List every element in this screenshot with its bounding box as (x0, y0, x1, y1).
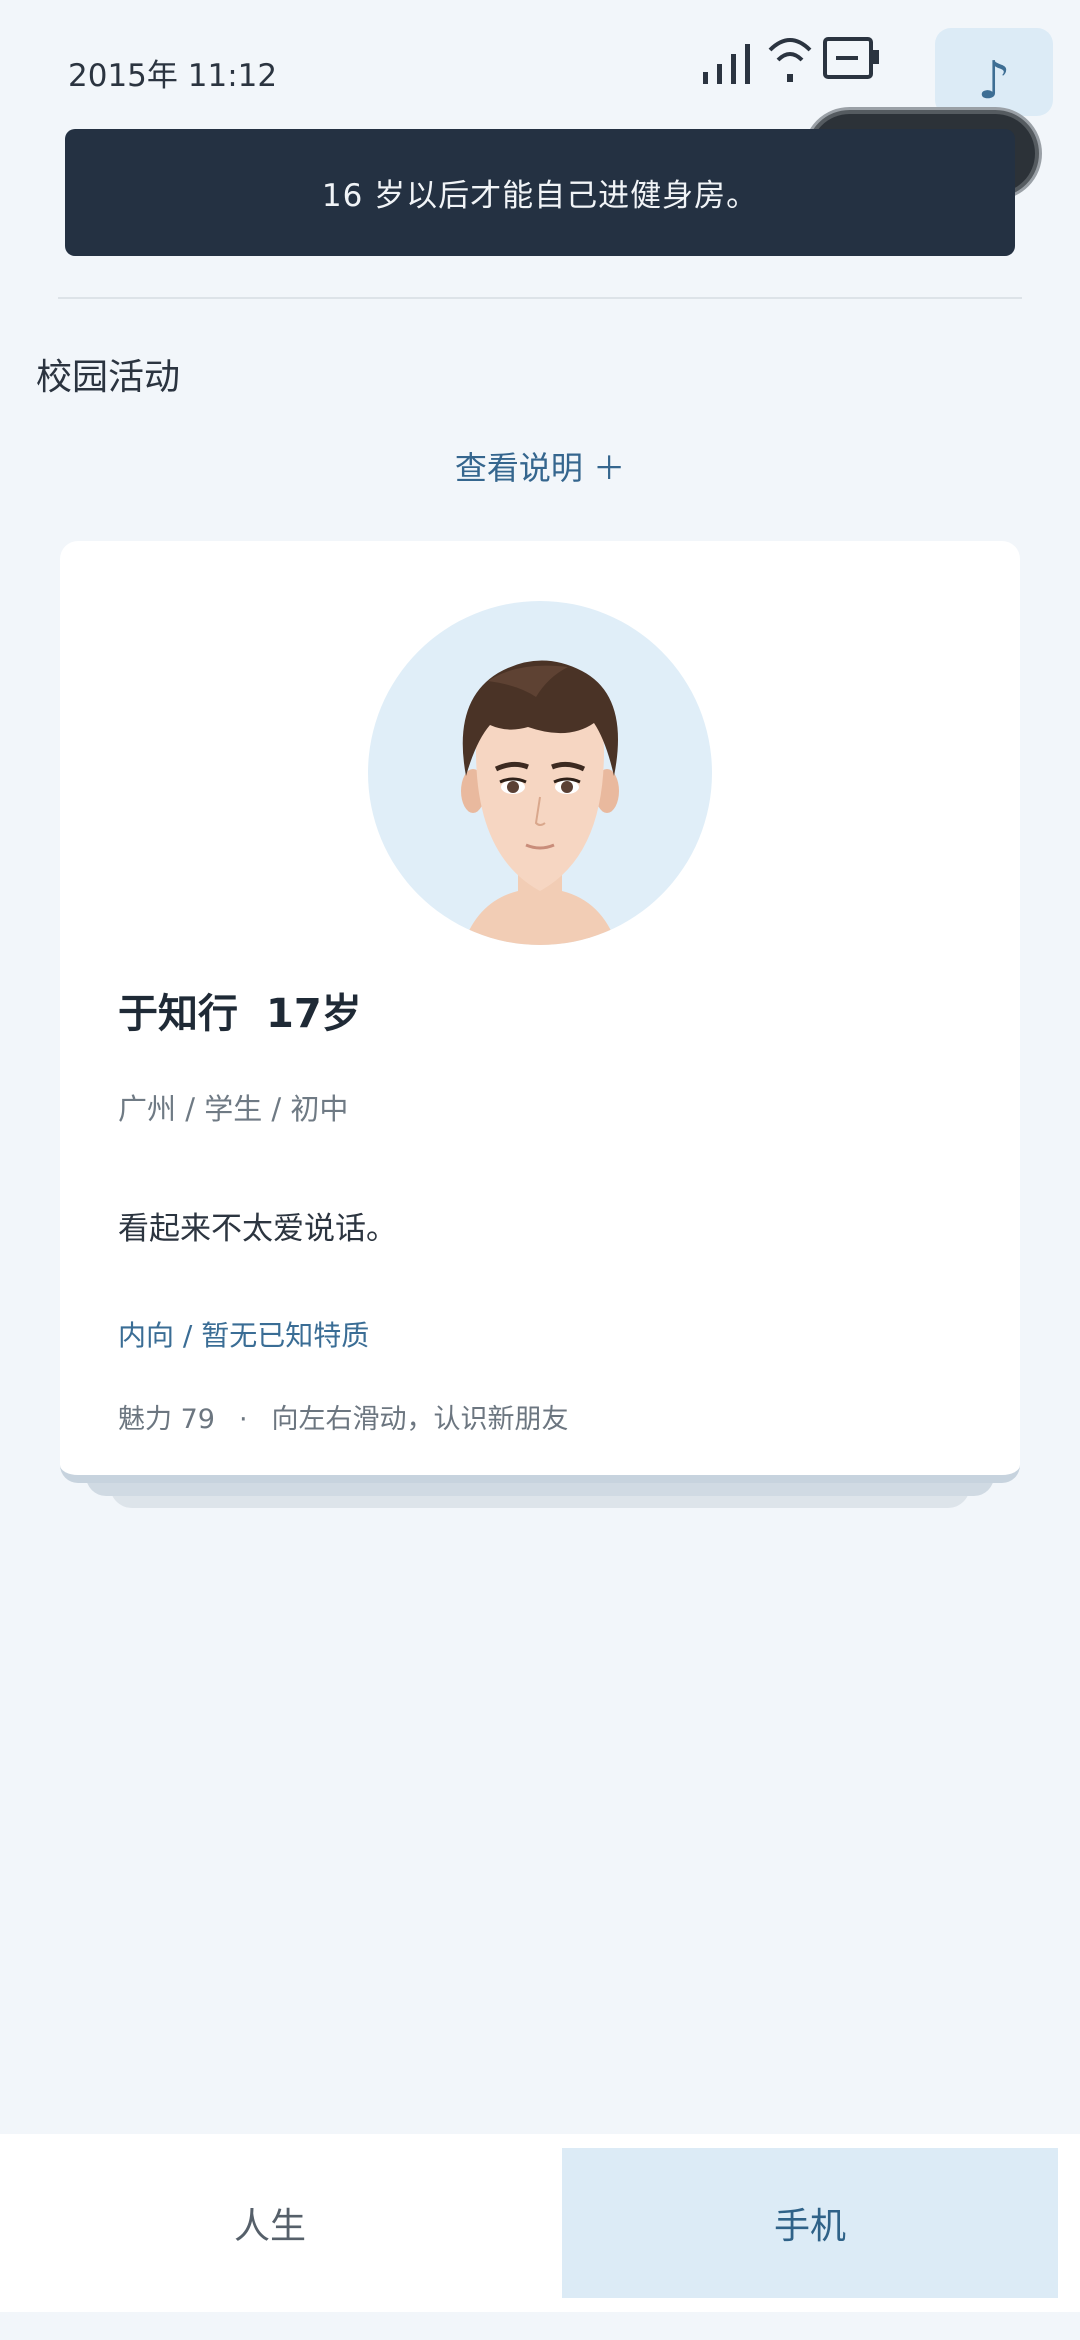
profile-age: 17岁 (266, 991, 362, 1037)
profile-card[interactable]: 于知行 17岁 广州 / 学生 / 初中 看起来不太爱说话。 内向 / 暂无已知特… (60, 541, 1020, 1483)
swipe-hint: 向左右滑动，认识新朋友 (271, 1404, 569, 1435)
bottom-tab-bar: 人生 手机 (0, 2134, 1080, 2312)
music-note-icon: ♪ (977, 51, 1011, 111)
tab-phone[interactable]: 手机 (562, 2148, 1058, 2298)
profile-name: 于知行 (118, 991, 238, 1037)
charm-value: 魅力 79 (118, 1404, 215, 1435)
status-time: 2015年 11:12 (68, 58, 278, 94)
profile-footer: 魅力 79 · 向左右滑动，认识新朋友 (118, 1397, 569, 1436)
wifi-icon (768, 38, 812, 82)
signal-icon (703, 44, 750, 84)
divider (58, 297, 1022, 299)
music-button[interactable]: ♪ (935, 28, 1053, 116)
app-screen: 2015年 11:12 ♪ 16 岁以后才能自己进健身房。 校园活动 查看说明 … (0, 0, 1080, 2340)
profile-location: 广州 / 学生 / 初中 (118, 1092, 349, 1126)
separator-dot: · (238, 1404, 248, 1435)
notice-text: 16 岁以后才能自己进健身房。 (321, 178, 759, 214)
profile-description: 看起来不太爱说话。 (118, 1211, 397, 1247)
profile-traits: 内向 / 暂无已知特质 (118, 1319, 370, 1352)
avatar (368, 601, 712, 945)
view-instructions-button[interactable]: 查看说明 ＋ (0, 443, 1080, 489)
tab-life[interactable]: 人生 (0, 2148, 540, 2298)
avatar-portrait (461, 660, 619, 945)
profile-name-line: 于知行 17岁 (118, 981, 362, 1039)
section-title: 校园活动 (36, 357, 181, 398)
battery-icon (823, 37, 879, 79)
bottom-inset (0, 2312, 1080, 2340)
notice-banner: 16 岁以后才能自己进健身房。 (65, 129, 1015, 256)
